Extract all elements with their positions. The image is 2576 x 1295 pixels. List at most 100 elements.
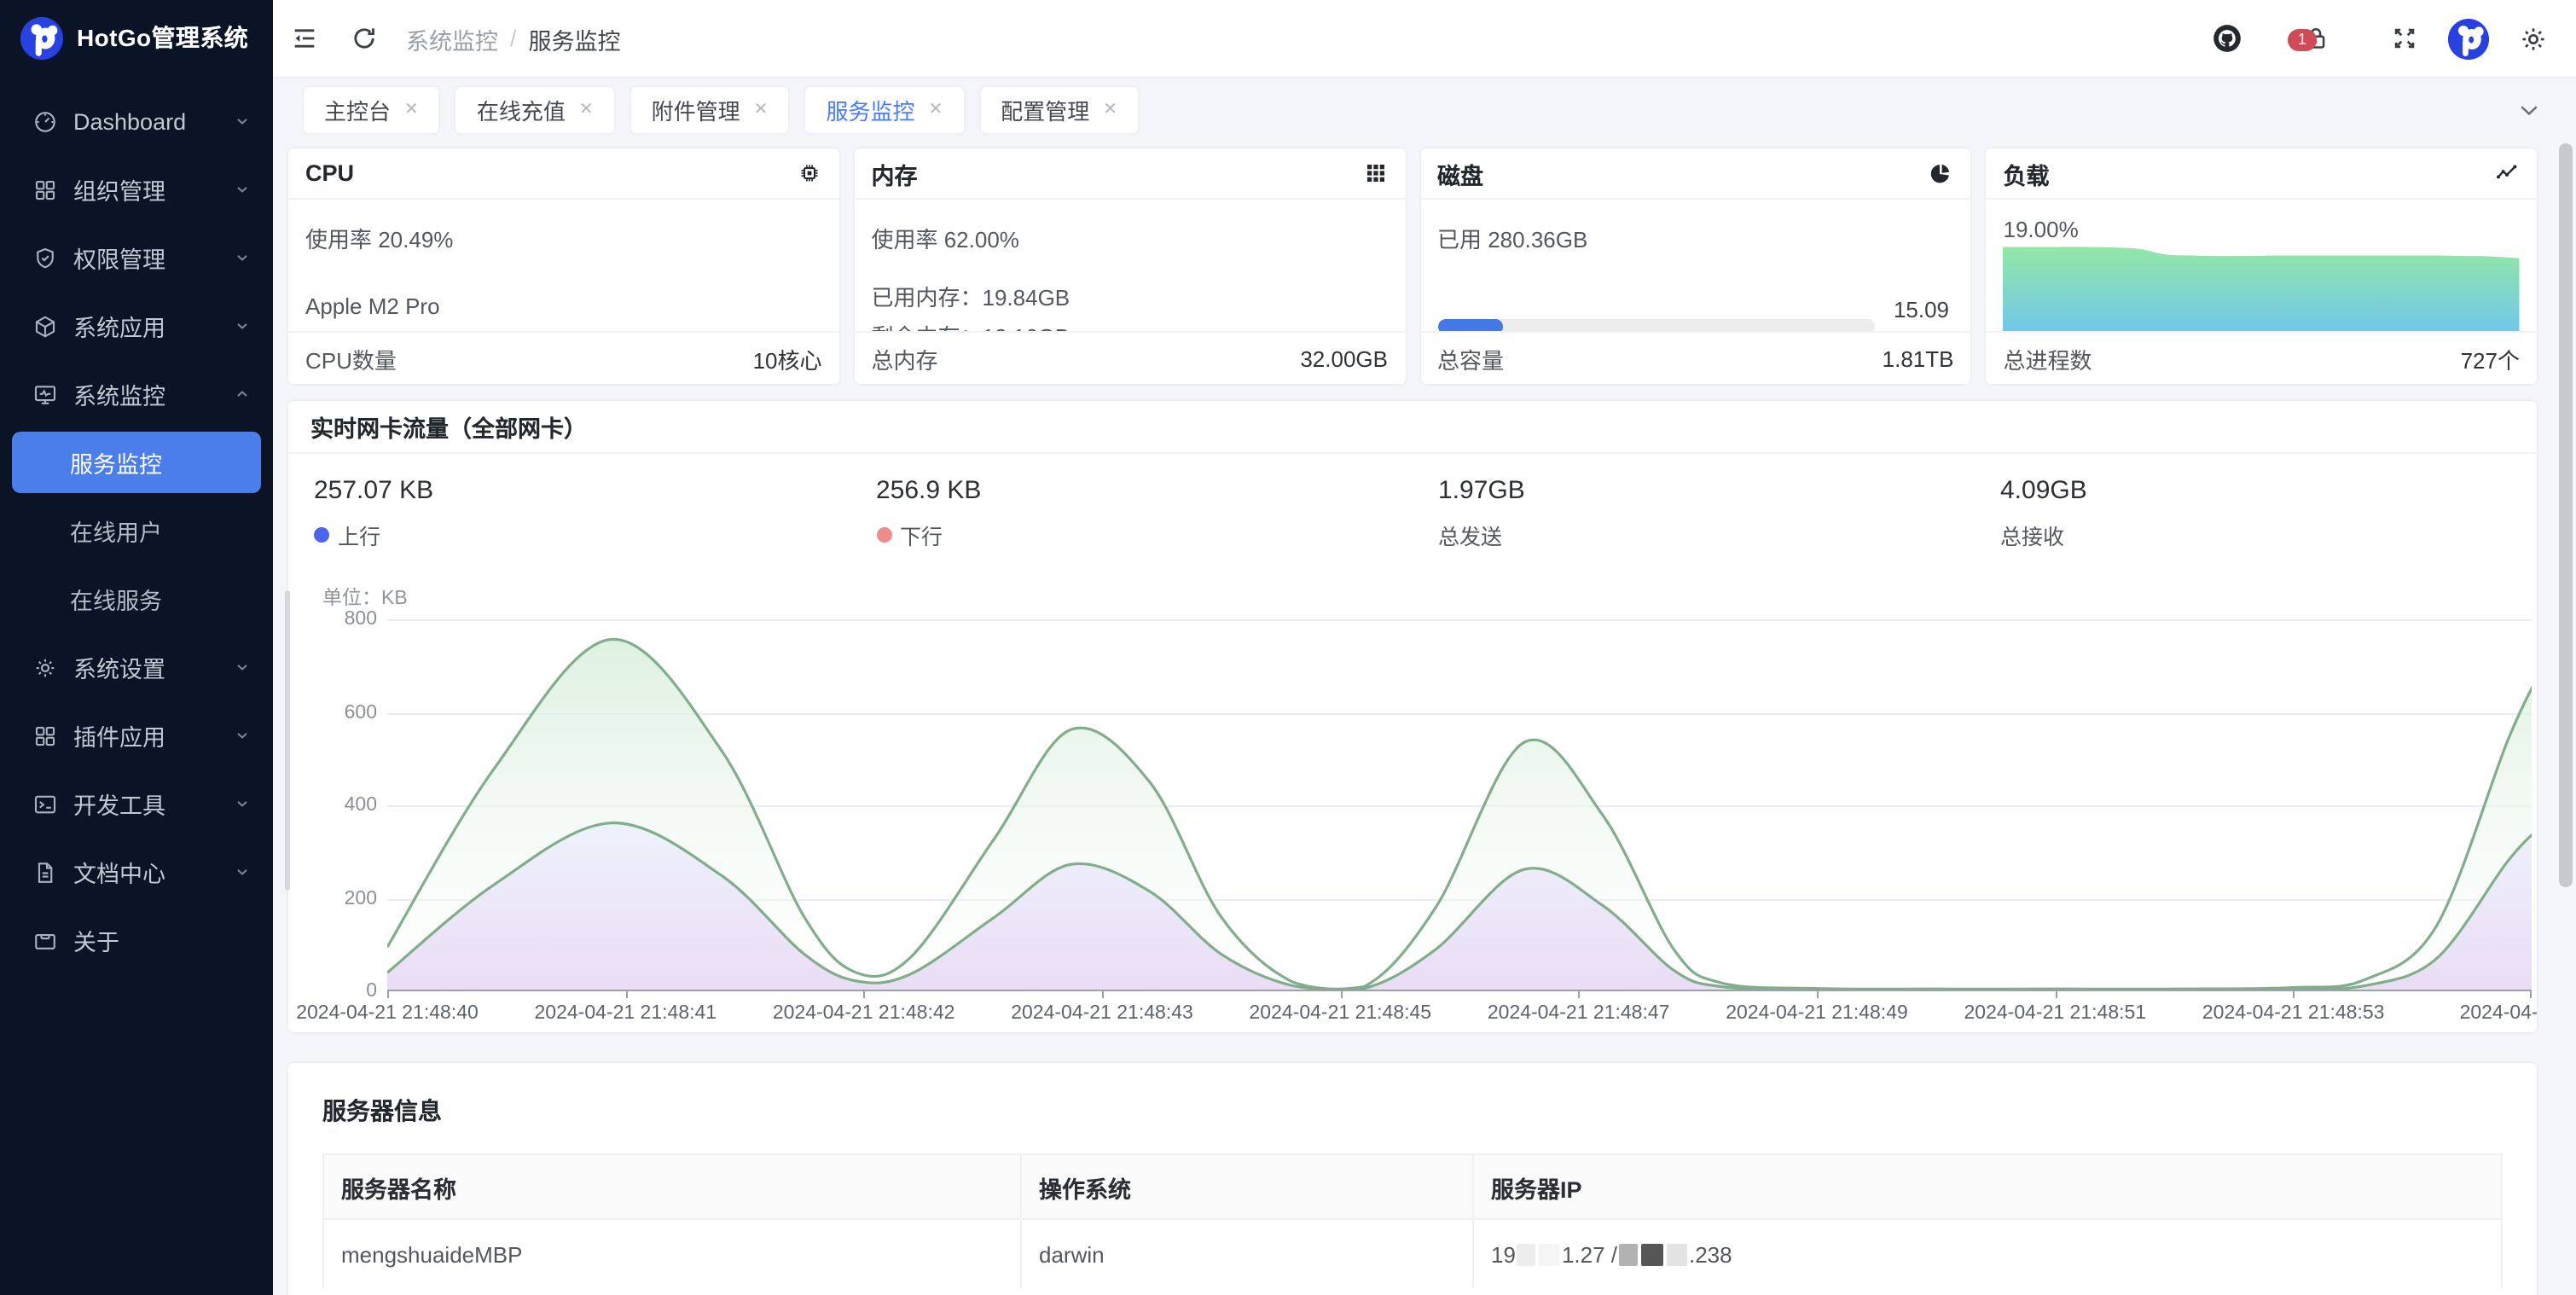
document-icon bbox=[32, 859, 58, 885]
sidebar-item-dev-tools[interactable]: 开发工具 bbox=[0, 769, 273, 838]
trend-line-icon bbox=[2494, 160, 2520, 186]
stat-label: 下行 bbox=[900, 519, 943, 551]
sidebar-item-system-monitor[interactable]: 系统监控 bbox=[0, 360, 273, 428]
stat-label: 总接收 bbox=[2000, 519, 2064, 551]
stat-total-received: 4.09GB 总接收 bbox=[1975, 476, 2537, 551]
app-logo[interactable]: HotGo管理系统 bbox=[0, 0, 273, 75]
sidebar-item-label: 文档中心 bbox=[73, 855, 234, 889]
gear-icon bbox=[32, 654, 58, 680]
sidebar-item-service-monitor[interactable]: 服务监控 bbox=[12, 432, 261, 493]
chevron-down-icon bbox=[234, 659, 251, 676]
sidebar-item-label: 服务监控 bbox=[70, 445, 162, 479]
stat-cards-row: CPU 使用率 20.49% Apple M2 Pro CPU数量 10核心 内… bbox=[287, 147, 2538, 386]
x-tick-label: 2024-04-21 21:48:43 bbox=[1011, 1003, 1193, 1024]
cpu-card: CPU 使用率 20.49% Apple M2 Pro CPU数量 10核心 bbox=[287, 147, 841, 386]
sidebar-item-label: 插件应用 bbox=[73, 718, 234, 752]
y-tick-label: 200 bbox=[345, 888, 377, 909]
tab-service-monitor[interactable]: 服务监控 ✕ bbox=[805, 87, 963, 133]
x-tick-label: 2024-04-21 21:4 bbox=[2460, 1003, 2538, 1024]
table-row: mengshuaideMBP darwin 191.27 / .238 bbox=[324, 1218, 2501, 1288]
close-icon[interactable]: ✕ bbox=[754, 101, 769, 119]
close-icon[interactable]: ✕ bbox=[404, 101, 419, 119]
chevron-up-icon bbox=[234, 386, 251, 403]
ip-redaction-block bbox=[1641, 1243, 1663, 1265]
x-tick bbox=[1102, 991, 1104, 998]
ip-redaction-block bbox=[1667, 1243, 1687, 1265]
sidebar-item-label: 在线服务 bbox=[70, 582, 162, 616]
org-grid-icon bbox=[32, 177, 58, 202]
sidebar-item-about[interactable]: 关于 bbox=[0, 906, 273, 974]
tab-label: 在线充值 bbox=[477, 94, 566, 126]
sidebar-item-org[interactable]: 组织管理 bbox=[0, 155, 273, 224]
sidebar-item-label: 权限管理 bbox=[73, 241, 234, 275]
tab-config[interactable]: 配置管理 ✕ bbox=[980, 87, 1138, 133]
memory-footer-label: 总内存 bbox=[872, 342, 938, 375]
disk-progress-row: 15.09 % bbox=[1437, 295, 1954, 331]
cell-server-name: mengshuaideMBP bbox=[324, 1220, 1022, 1288]
x-tick-label: 2024-04-21 21:48:47 bbox=[1488, 1003, 1670, 1024]
settings-gear-icon[interactable] bbox=[2518, 23, 2549, 54]
x-tick-label: 2024-04-21 21:48:53 bbox=[2202, 1003, 2385, 1024]
sidebar-item-online-services[interactable]: 在线服务 bbox=[0, 565, 273, 633]
load-footer-label: 总进程数 bbox=[2004, 342, 2092, 375]
sidebar-item-permission[interactable]: 权限管理 bbox=[0, 224, 273, 292]
tab-label: 主控台 bbox=[324, 94, 391, 126]
cpu-footer-label: CPU数量 bbox=[305, 342, 397, 375]
memory-used: 已用内存：19.84GB bbox=[872, 280, 1389, 312]
memory-card-title: 内存 bbox=[872, 156, 918, 190]
chevron-down-icon bbox=[234, 181, 251, 198]
page-scrollbar-thumb[interactable] bbox=[2559, 143, 2573, 887]
cpu-model: Apple M2 Pro bbox=[305, 293, 822, 319]
server-table: 服务器名称 操作系统 服务器IP mengshuaideMBP darwin 1… bbox=[322, 1153, 2503, 1288]
chevron-down-icon bbox=[234, 727, 251, 744]
x-tick bbox=[864, 991, 866, 998]
sidebar-item-plugins[interactable]: 插件应用 bbox=[0, 701, 273, 769]
tab-label: 服务监控 bbox=[826, 94, 914, 126]
upstream-legend-dot bbox=[314, 527, 329, 543]
close-icon[interactable]: ✕ bbox=[1103, 101, 1117, 119]
sidebar-item-dashboard[interactable]: Dashboard bbox=[0, 87, 273, 155]
y-tick-label: 800 bbox=[345, 609, 377, 630]
x-tick bbox=[1579, 991, 1581, 998]
breadcrumb-current[interactable]: 服务监控 bbox=[529, 21, 621, 55]
sidebar-item-label: 关于 bbox=[73, 923, 251, 957]
load-sparkline bbox=[2004, 235, 2521, 331]
tab-dashboard[interactable]: 主控台 ✕ bbox=[304, 87, 439, 133]
top-header: 系统监控 / 服务监控 1 bbox=[273, 0, 2576, 78]
tab-online-recharge[interactable]: 在线充值 ✕ bbox=[456, 87, 614, 133]
x-tick-label: 2024-04-21 21:48:45 bbox=[1250, 1003, 1432, 1024]
chevron-down-icon bbox=[234, 249, 251, 266]
ip-redaction-block bbox=[1619, 1243, 1638, 1265]
sidebar-item-docs[interactable]: 文档中心 bbox=[0, 838, 273, 906]
tab-label: 附件管理 bbox=[652, 94, 740, 126]
sidebar-item-system-settings[interactable]: 系统设置 bbox=[0, 633, 273, 701]
close-icon[interactable]: ✕ bbox=[579, 101, 594, 119]
refresh-icon[interactable] bbox=[350, 24, 379, 53]
sidebar-item-system-app[interactable]: 系统应用 bbox=[0, 292, 273, 360]
inner-scrollbar-thumb[interactable] bbox=[285, 590, 290, 891]
x-tick bbox=[387, 991, 389, 998]
sidebar-item-online-users[interactable]: 在线用户 bbox=[0, 497, 273, 565]
breadcrumb: 系统监控 / 服务监控 bbox=[406, 21, 621, 55]
close-icon[interactable]: ✕ bbox=[928, 101, 943, 119]
fullscreen-icon[interactable] bbox=[2390, 24, 2419, 53]
disk-percent: 15.09 % bbox=[1889, 295, 1954, 331]
menu-collapse-icon[interactable] bbox=[290, 24, 319, 53]
cpu-card-title: CPU bbox=[305, 160, 354, 186]
github-icon[interactable] bbox=[2211, 22, 2243, 55]
tab-list-chevron-icon[interactable] bbox=[2516, 97, 2542, 123]
stat-label: 总发送 bbox=[1438, 519, 1502, 551]
breadcrumb-parent[interactable]: 系统监控 bbox=[406, 21, 498, 55]
x-tick bbox=[2294, 991, 2295, 998]
disk-footer-label: 总容量 bbox=[1437, 342, 1504, 375]
sidebar-item-label: 系统应用 bbox=[73, 309, 234, 343]
breadcrumb-separator: / bbox=[510, 26, 517, 51]
avatar[interactable] bbox=[2448, 18, 2489, 59]
cell-server-os: darwin bbox=[1022, 1220, 1474, 1288]
network-stats-row: 257.07 KB 上行 256.9 KB 下行 1.97GB 总发送 4.09… bbox=[288, 476, 2537, 551]
tab-label: 配置管理 bbox=[1001, 94, 1089, 126]
disk-footer-value: 1.81TB bbox=[1883, 346, 1954, 371]
x-tick bbox=[1340, 991, 1342, 998]
tab-attachments[interactable]: 附件管理 ✕ bbox=[631, 87, 789, 133]
cube-icon bbox=[32, 313, 58, 339]
